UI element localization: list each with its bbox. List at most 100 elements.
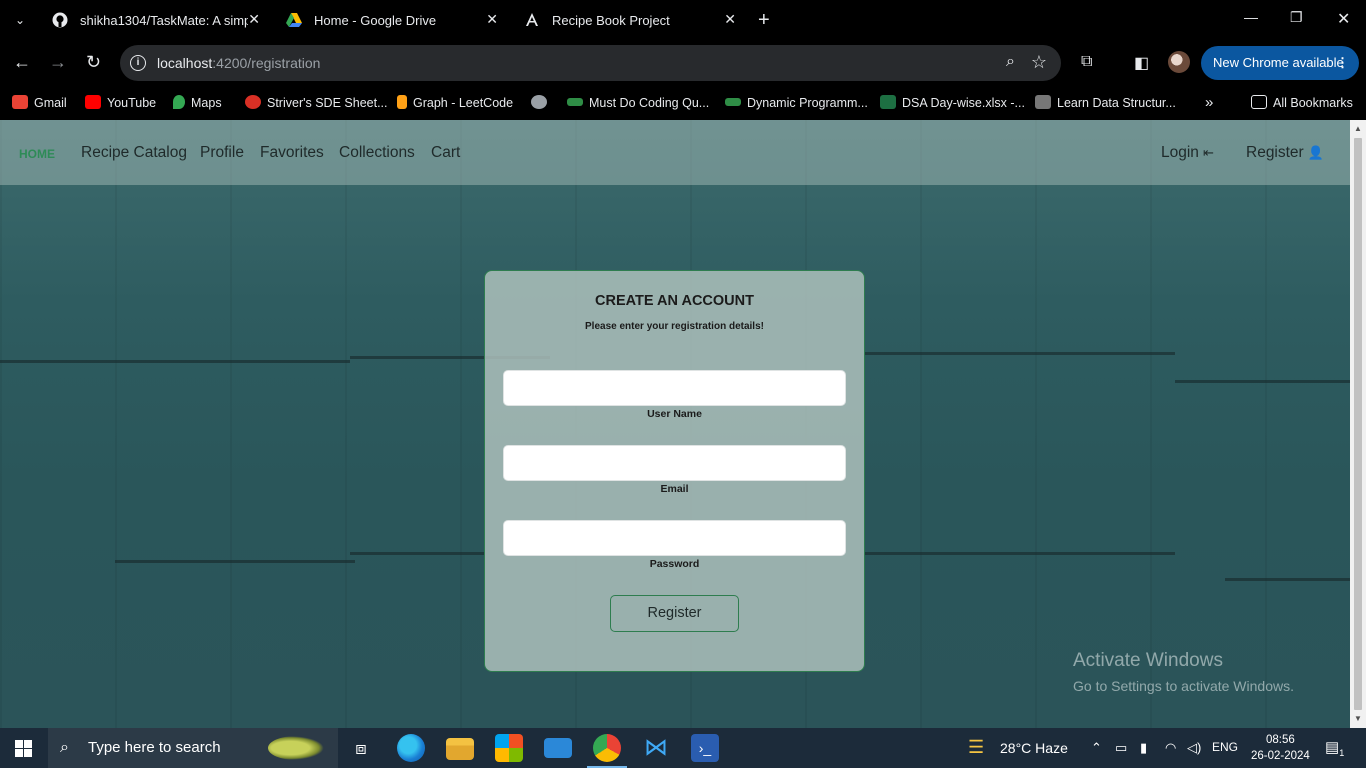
email-label: Email	[660, 483, 689, 495]
nav-register[interactable]: Register 👤	[1246, 144, 1324, 162]
tab-recipe-book[interactable]: Recipe Book Project ✕	[512, 0, 748, 41]
login-icon: ⇤	[1202, 145, 1214, 160]
scrollbar-thumb[interactable]	[1354, 138, 1362, 710]
weather-text[interactable]: 28°C Haze	[1000, 740, 1068, 756]
github-icon	[52, 12, 68, 28]
nav-home[interactable]: HOME	[19, 147, 55, 161]
watermark-subtitle: Go to Settings to activate Windows.	[1073, 678, 1294, 694]
profile-avatar[interactable]	[1168, 51, 1190, 73]
bookmark-globe[interactable]	[531, 93, 553, 113]
bookmark-dsa-day-wise[interactable]: DSA Day-wise.xlsx -...	[880, 93, 1025, 113]
edge-icon[interactable]	[397, 734, 425, 762]
gmail-icon	[12, 95, 28, 109]
close-tab-icon[interactable]: ✕	[724, 11, 736, 28]
windows-start-icon[interactable]	[15, 740, 32, 757]
email-input[interactable]	[503, 445, 846, 481]
side-panel-icon[interactable]: ◧	[1134, 53, 1149, 73]
tuf-icon	[245, 95, 261, 109]
close-tab-icon[interactable]: ✕	[248, 11, 260, 28]
tab-title: shikha1304/TaskMate: A simple	[80, 13, 248, 28]
nav-login[interactable]: Login ⇤	[1161, 144, 1214, 162]
site-info-icon[interactable]: i	[130, 55, 146, 71]
globe-icon	[531, 95, 547, 109]
powershell-icon[interactable]: ›_	[691, 734, 719, 762]
minimize-icon[interactable]: —	[1244, 9, 1258, 25]
wood-plank-seam	[1175, 380, 1350, 383]
weather-haze-icon[interactable]: ☰	[968, 737, 984, 758]
search-icon: ⌕	[60, 739, 69, 756]
youtube-icon	[85, 95, 101, 109]
password-label: Password	[649, 558, 700, 570]
mail-icon[interactable]	[544, 738, 572, 758]
bookmark-strivers-sde[interactable]: Striver's SDE Sheet...	[245, 93, 387, 113]
search-highlight-image	[268, 736, 324, 760]
wood-plank-seam	[115, 560, 355, 563]
bookmark-must-do-coding[interactable]: Must Do Coding Qu...	[567, 93, 709, 113]
update-chrome-button[interactable]: New Chrome available ⋮	[1201, 46, 1359, 80]
system-clock[interactable]: 08:56 26-02-2024	[1251, 732, 1310, 764]
tab-google-drive[interactable]: Home - Google Drive ✕	[274, 0, 510, 41]
extensions-icon[interactable]: ⧉	[1081, 53, 1092, 71]
gfg-icon	[725, 98, 741, 106]
scroll-down-icon[interactable]: ▼	[1354, 714, 1362, 723]
taskbar-search-box[interactable]: ⌕ Type here to search	[48, 728, 338, 768]
activate-windows-watermark: Activate Windows Go to Settings to activ…	[1073, 650, 1294, 694]
maps-pin-icon	[173, 95, 185, 109]
close-window-icon[interactable]: ✕	[1337, 9, 1350, 29]
vscode-icon[interactable]: ⋈	[642, 734, 670, 762]
form-title: CREATE AN ACCOUNT	[595, 293, 754, 309]
address-bar[interactable]: i localhost:4200/registration ⌕ ☆	[120, 45, 1061, 81]
forward-icon[interactable]: →	[49, 52, 67, 73]
page-scrollbar[interactable]: ▲ ▼	[1350, 120, 1366, 728]
file-explorer-icon[interactable]	[446, 738, 474, 760]
more-menu-icon[interactable]: ⋮	[1336, 46, 1349, 80]
notifications-icon[interactable]: ▤1	[1325, 738, 1344, 758]
google-drive-icon	[286, 13, 302, 27]
bookmark-graph-leetcode[interactable]: Graph - LeetCode	[397, 93, 513, 113]
form-subtitle: Please enter your registration details!	[585, 321, 764, 332]
folder-icon	[1251, 95, 1267, 109]
bookmark-dynamic-programming[interactable]: Dynamic Programm...	[725, 93, 868, 113]
scroll-up-icon[interactable]: ▲	[1354, 124, 1362, 133]
zoom-icon[interactable]: ⌕	[1006, 53, 1015, 71]
tab-title: Home - Google Drive	[314, 13, 437, 28]
close-tab-icon[interactable]: ✕	[486, 11, 498, 28]
wood-plank-seam	[1225, 578, 1350, 581]
more-bookmarks-icon[interactable]: »	[1205, 93, 1213, 113]
volume-icon[interactable]: ◁)	[1187, 740, 1201, 756]
bookmark-gmail[interactable]: Gmail	[12, 93, 67, 113]
register-button[interactable]: Register	[610, 595, 739, 632]
restore-icon[interactable]: ❐	[1290, 9, 1303, 26]
new-tab-icon[interactable]: +	[758, 9, 770, 31]
wood-plank-seam	[0, 360, 350, 363]
bookmark-learn-data-structures[interactable]: Learn Data Structur...	[1035, 93, 1176, 113]
tab-search-chevron-icon[interactable]: ⌄	[8, 9, 32, 31]
wifi-icon[interactable]: ◠	[1165, 740, 1176, 756]
microsoft-store-icon[interactable]	[495, 734, 523, 762]
nav-collections[interactable]: Collections	[339, 144, 415, 162]
bookmark-maps[interactable]: Maps	[173, 93, 222, 113]
nav-recipe-catalog[interactable]: Recipe Catalog	[81, 144, 187, 162]
bookmark-star-icon[interactable]: ☆	[1031, 52, 1047, 73]
task-view-icon[interactable]: ⧈	[347, 734, 375, 762]
password-input[interactable]	[503, 520, 846, 556]
chrome-icon[interactable]	[587, 734, 627, 768]
battery-icon[interactable]: ▮	[1140, 740, 1147, 756]
all-bookmarks-folder[interactable]: All Bookmarks	[1251, 93, 1353, 113]
coursera-cc-icon	[1035, 95, 1051, 109]
nav-profile[interactable]: Profile	[200, 144, 244, 162]
nav-favorites[interactable]: Favorites	[260, 144, 324, 162]
reload-icon[interactable]: ↻	[86, 52, 101, 73]
bookmark-youtube[interactable]: YouTube	[85, 93, 156, 113]
nav-cart[interactable]: Cart	[431, 144, 460, 162]
input-language[interactable]: ENG	[1212, 740, 1238, 754]
registration-card: CREATE AN ACCOUNT Please enter your regi…	[484, 270, 865, 672]
tab-title: Recipe Book Project	[552, 13, 670, 28]
tab-taskmate[interactable]: shikha1304/TaskMate: A simple ✕	[40, 0, 272, 41]
back-icon[interactable]: ←	[13, 52, 31, 73]
show-hidden-icons-chevron-icon[interactable]: ⌃	[1091, 740, 1102, 756]
meet-now-icon[interactable]: ▭	[1115, 740, 1127, 756]
wood-plank-seam	[865, 352, 1175, 355]
username-input[interactable]	[503, 370, 846, 406]
url-text[interactable]: localhost:4200/registration	[157, 55, 320, 71]
